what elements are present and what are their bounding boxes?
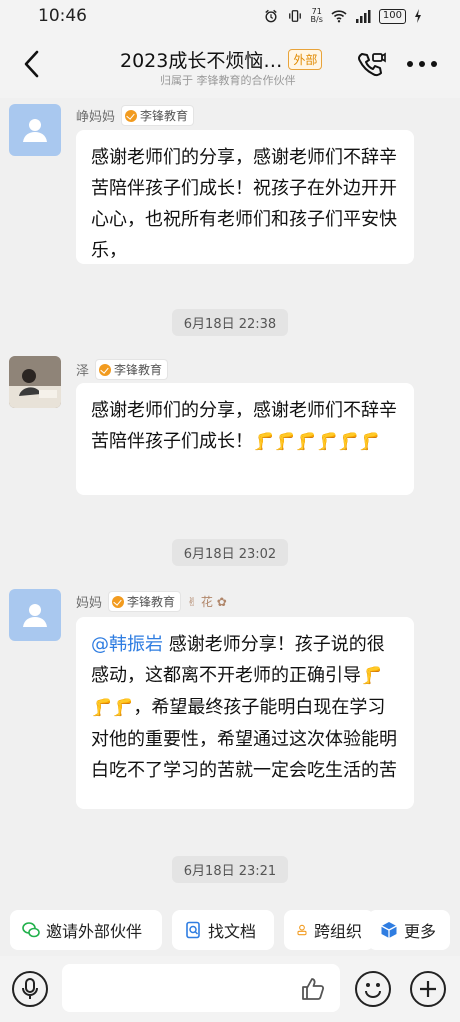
sender-row: 妈妈 李锋教育 ✌ 花 ✿	[76, 591, 227, 612]
wifi-icon	[331, 10, 347, 23]
battery-icon: 100	[378, 8, 406, 24]
network-speed: 71 B/s	[311, 8, 323, 24]
vibrate-icon	[288, 10, 301, 22]
more-actions-button[interactable]: 更多	[368, 910, 450, 950]
cube-icon	[381, 922, 397, 938]
speed-unit: B/s	[310, 15, 323, 24]
smile-icon	[365, 983, 381, 998]
wechat-icon	[22, 922, 40, 938]
org-badge: 李锋教育	[108, 591, 182, 612]
org-label: 李锋教育	[140, 109, 189, 123]
chip-label: 跨组织	[313, 922, 362, 941]
message-text: 感谢老师们的分享，感谢老师们不辞辛苦陪伴孩子们成长！祝孩子在外边开开心心，也祝所…	[91, 147, 397, 261]
timestamp-label: 6月18日 22:38	[171, 309, 289, 336]
photo-avatar-icon	[9, 356, 61, 408]
sender-row: 峥妈妈 李锋教育	[76, 105, 195, 126]
status-time: 10:46	[38, 6, 87, 26]
verified-icon	[125, 109, 138, 122]
verified-icon	[112, 595, 125, 608]
alarm-icon	[264, 9, 277, 23]
sender-row: 泽 李锋教育	[76, 359, 169, 380]
back-icon[interactable]	[18, 48, 46, 80]
org-badge: 李锋教育	[121, 105, 195, 126]
org-badge: 李锋教育	[95, 359, 169, 380]
message-bubble[interactable]: @韩振岩 感谢老师分享！孩子说的很感动，这都离不开老师的正确引导🦵🦵🦵，希望最终…	[76, 617, 414, 809]
org-label: 李锋教育	[114, 363, 163, 377]
invite-partner-button[interactable]: 邀请外部伙伴	[10, 910, 162, 950]
avatar[interactable]	[9, 589, 61, 641]
timestamp-label: 6月18日 23:02	[171, 539, 289, 566]
verified-icon	[99, 363, 112, 376]
timestamp-label: 6月18日 23:21	[171, 856, 289, 883]
chat-title: 2023成长不烦恼…	[120, 50, 283, 72]
chip-label: 找文档	[208, 922, 257, 941]
microphone-icon	[22, 978, 38, 999]
title-wrap[interactable]: 2023成长不烦恼… 外部	[120, 46, 350, 73]
status-bar: 10:46 71 B/s 100	[0, 0, 460, 34]
thumbs-up-icon[interactable]	[300, 976, 326, 1002]
avatar[interactable]	[9, 104, 61, 156]
add-button[interactable]	[410, 971, 446, 1007]
org-label: 李锋教育	[127, 595, 176, 609]
timestamp: 6月18日 23:21	[0, 856, 460, 883]
quick-action-bar: 邀请外部伙伴 找文档 跨组织 更多	[0, 904, 460, 956]
user-avatar-icon	[23, 604, 47, 627]
charging-icon	[415, 9, 421, 23]
voice-button[interactable]	[12, 971, 48, 1007]
timestamp: 6月18日 23:02	[0, 539, 460, 566]
input-bar	[0, 956, 460, 1022]
sender-name[interactable]: 泽	[76, 360, 89, 379]
status-icons: 71 B/s 100	[263, 8, 422, 24]
chat-header: 2023成长不烦恼… 外部 归属于 李锋教育的合作伙伴	[0, 34, 460, 98]
avatar[interactable]	[9, 356, 61, 408]
message-bubble[interactable]: 感谢老师们的分享，感谢老师们不辞辛苦陪伴孩子们成长！🦵🦵🦵🦵🦵🦵	[76, 383, 414, 495]
flower-tag: ✌ 花 ✿	[187, 595, 227, 609]
video-call-icon[interactable]	[356, 50, 386, 80]
message-bubble[interactable]: 感谢老师们的分享，感谢老师们不辞辛苦陪伴孩子们成长！祝孩子在外边开开心心，也祝所…	[76, 130, 414, 264]
external-badge: 外部	[288, 49, 323, 70]
chip-label: 邀请外部伙伴	[46, 922, 143, 941]
cross-org-button[interactable]: 跨组织	[284, 910, 374, 950]
signal-icon	[355, 10, 371, 23]
flower-tag-label: 花	[200, 595, 213, 609]
chat-subtitle: 归属于 李锋教育的合作伙伴	[160, 74, 296, 87]
document-search-icon	[186, 921, 200, 939]
chip-label: 更多	[404, 922, 437, 941]
find-doc-button[interactable]: 找文档	[172, 910, 274, 950]
message-input[interactable]	[62, 964, 340, 1012]
mention-link[interactable]: @韩振岩	[91, 634, 163, 655]
sender-name[interactable]: 妈妈	[76, 592, 102, 611]
timestamp: 6月18日 22:38	[0, 309, 460, 336]
emoji-text: 🦵🦵🦵🦵🦵🦵	[253, 432, 381, 452]
message-text: ，希望最终孩子能明白现在学习对他的重要性，希望通过这次体验能明白吃不了学习的苦就…	[91, 697, 397, 781]
person-icon	[297, 924, 307, 936]
plus-icon	[420, 981, 436, 997]
emoji-button[interactable]	[355, 971, 391, 1007]
sender-name[interactable]: 峥妈妈	[76, 106, 115, 125]
user-avatar-icon	[23, 119, 47, 142]
more-icon[interactable]	[405, 54, 439, 74]
